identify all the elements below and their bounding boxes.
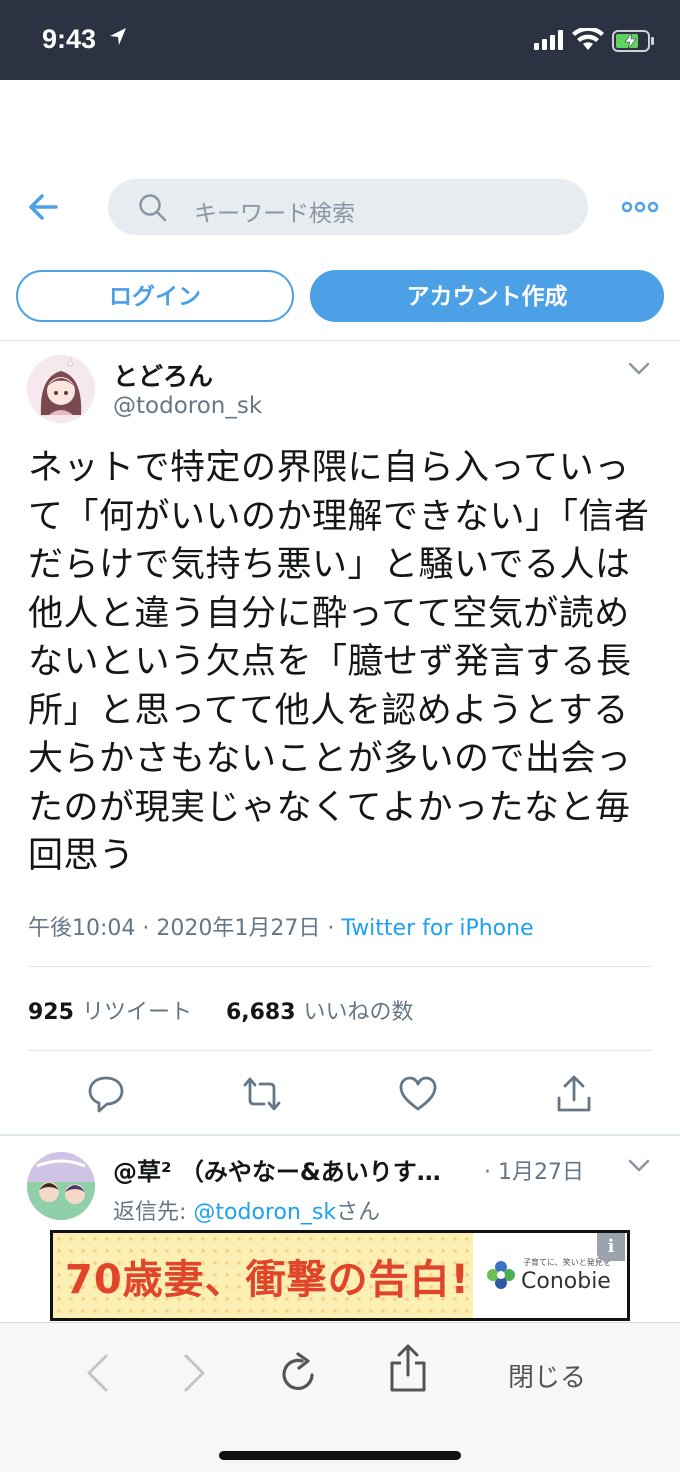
share-icon[interactable]: [554, 1074, 594, 1114]
reply-to-prefix: 返信先:: [113, 1200, 194, 1225]
stats-divider: [28, 1050, 652, 1051]
back-arrow-icon[interactable]: [26, 190, 62, 224]
reload-icon[interactable]: [278, 1351, 318, 1395]
battery-icon: [612, 30, 654, 52]
like-count[interactable]: 6,683: [226, 1000, 296, 1025]
browser-share-icon[interactable]: [388, 1343, 428, 1393]
like-label[interactable]: いいねの数: [304, 1000, 414, 1025]
reply-to-handle-link[interactable]: @todoron_sk: [193, 1200, 336, 1225]
cellular-signal-icon: [534, 30, 563, 50]
ad-tagline: 子育てに、笑いと発見を: [523, 1258, 611, 1267]
tweet-meta: 午後10:04 · 2020年1月27日 · Twitter for iPhon…: [28, 910, 534, 942]
status-time: 9:43: [42, 24, 97, 54]
home-indicator[interactable]: [219, 1451, 461, 1460]
browser-back-icon[interactable]: [84, 1353, 112, 1393]
browser-forward-icon[interactable]: [180, 1353, 208, 1393]
header-divider: [0, 340, 680, 341]
status-bar: 9:43: [0, 0, 680, 80]
avatar-illustration-icon: [27, 355, 95, 423]
meta-divider: [28, 966, 652, 967]
conobie-logo-icon: [487, 1261, 515, 1289]
chevron-down-icon[interactable]: [628, 362, 650, 376]
meta-separator: ·: [142, 916, 157, 941]
meta-separator: ·: [327, 916, 342, 941]
reply-avatar-illustration-icon: [27, 1152, 95, 1220]
retweet-count[interactable]: 925: [28, 1000, 74, 1025]
reply-to-line: 返信先: @todoron_skさん: [113, 1194, 380, 1226]
search-field[interactable]: キーワード検索: [108, 179, 588, 235]
tweet-time: 午後10:04: [28, 916, 136, 941]
retweet-label[interactable]: リツイート: [82, 1000, 192, 1025]
like-heart-icon[interactable]: [398, 1074, 438, 1114]
search-placeholder: キーワード検索: [194, 201, 355, 227]
wifi-icon: [572, 28, 604, 50]
tweet-divider: [0, 1134, 680, 1136]
login-button[interactable]: ログイン: [16, 270, 294, 322]
signup-button[interactable]: アカウント作成: [310, 270, 664, 322]
search-icon: [139, 194, 167, 222]
tweet-author-name[interactable]: とどろん: [113, 357, 213, 393]
tweet-author-handle[interactable]: @todoron_sk: [113, 393, 262, 419]
browser-toolbar: 閉じる: [0, 1322, 680, 1472]
ad-info-icon[interactable]: i: [597, 1233, 625, 1261]
close-button[interactable]: 閉じる: [508, 1357, 586, 1394]
avatar[interactable]: [27, 355, 95, 423]
ad-banner[interactable]: 70歳妻、衝撃の告白! 子育てに、笑いと発見を Conobie i: [50, 1230, 630, 1321]
location-arrow-icon: [110, 28, 126, 45]
retweet-icon[interactable]: [242, 1074, 282, 1114]
tweet-source-link[interactable]: Twitter for iPhone: [341, 916, 533, 941]
reply-avatar[interactable]: [27, 1152, 95, 1220]
tweet-date: 2020年1月27日: [156, 916, 321, 941]
reply-author-name[interactable]: @草² （みやなー&あいりす…: [113, 1152, 441, 1187]
ad-headline: 70歳妻、衝撃の告白!: [65, 1257, 470, 1303]
reply-to-suffix: さん: [336, 1200, 381, 1225]
reply-date[interactable]: · 1月27日: [484, 1154, 584, 1186]
chevron-down-icon[interactable]: [628, 1159, 650, 1173]
tweet-text: ネットで特定の界隈に自ら入っていって「何がいいのか理解できない」「信者だらけで気…: [28, 448, 650, 876]
tweet-stats: 925 リツイート 6,683 いいねの数: [28, 994, 414, 1026]
more-options-icon[interactable]: [622, 200, 658, 214]
ad-brand: Conobie: [521, 1269, 611, 1294]
reply-icon[interactable]: [86, 1074, 126, 1114]
